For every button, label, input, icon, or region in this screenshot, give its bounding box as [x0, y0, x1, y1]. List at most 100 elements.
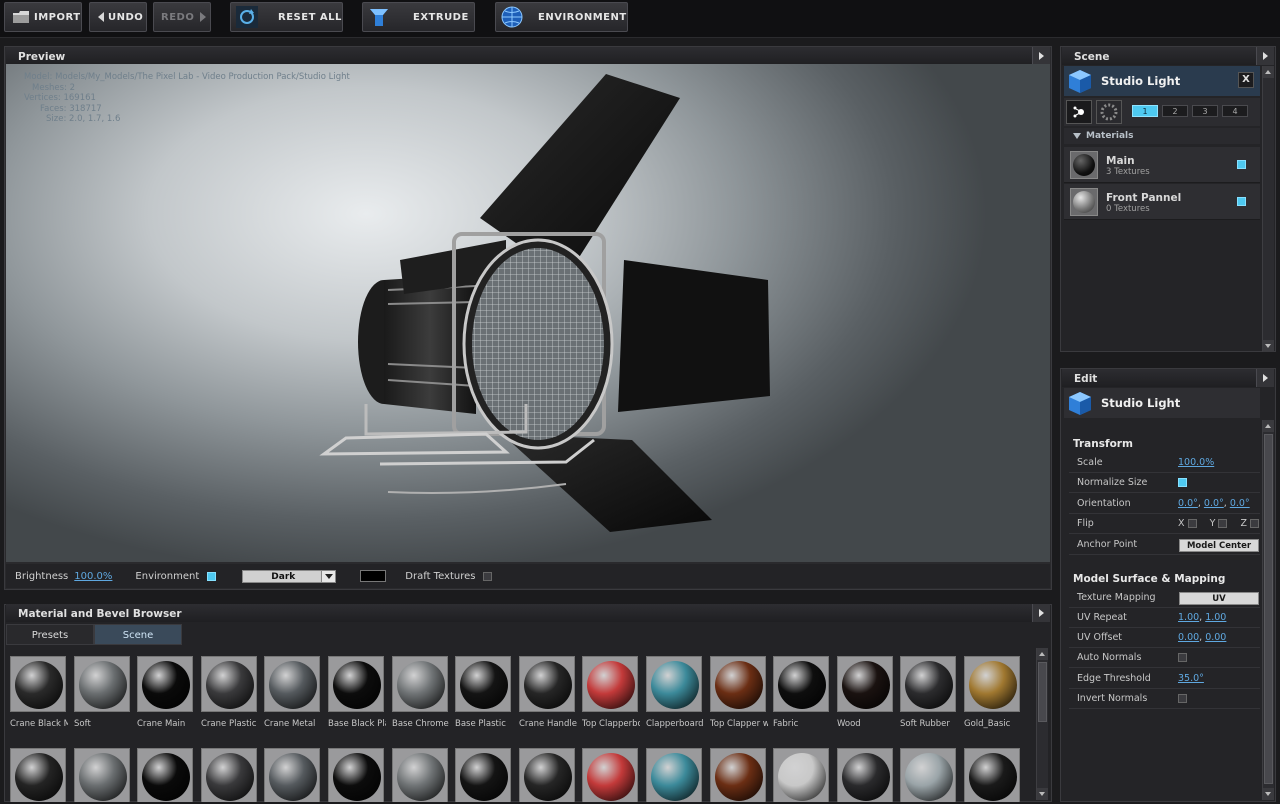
- scroll-thumb[interactable]: [1038, 662, 1047, 722]
- anchor-point-select[interactable]: Model Center: [1179, 539, 1259, 552]
- material-preset[interactable]: [900, 748, 962, 802]
- material-preset[interactable]: Soft: [74, 656, 136, 729]
- undo-button[interactable]: UNDO: [89, 2, 147, 32]
- scene-scrollbar[interactable]: [1262, 66, 1274, 352]
- scroll-down-icon[interactable]: [1037, 788, 1048, 800]
- draft-textures-checkbox[interactable]: [483, 571, 493, 581]
- material-preset[interactable]: Crane Plastic: [201, 656, 263, 729]
- flip-y-checkbox[interactable]: [1218, 519, 1228, 528]
- uv-offset-u-value[interactable]: 0.00: [1178, 632, 1199, 643]
- flip-label: Flip: [1077, 518, 1094, 529]
- material-preset[interactable]: Base Chrome: [392, 656, 454, 729]
- expand-arrow-icon[interactable]: [1032, 47, 1050, 65]
- scroll-thumb[interactable]: [1264, 434, 1273, 784]
- auto-normals-checkbox[interactable]: [1178, 653, 1187, 662]
- studio-light-model[interactable]: [6, 64, 1050, 562]
- scroll-down-icon[interactable]: [1263, 340, 1274, 352]
- material-grid: Crane Black M Soft Crane Main Crane Plastic…: [10, 656, 1034, 802]
- flip-z-checkbox[interactable]: [1250, 519, 1259, 528]
- material-visible-checkbox[interactable]: [1237, 197, 1246, 206]
- materials-section-toggle[interactable]: Materials: [1064, 128, 1260, 144]
- tab-presets[interactable]: Presets: [6, 624, 94, 645]
- material-preset[interactable]: Base Black Pla: [328, 656, 390, 729]
- material-item-main[interactable]: Main 3 Textures: [1064, 147, 1260, 183]
- material-preset[interactable]: [74, 748, 136, 802]
- tab-scene[interactable]: Scene: [94, 624, 182, 645]
- layer-1-button[interactable]: 1: [1132, 105, 1158, 117]
- material-preset[interactable]: Crane Main: [137, 656, 199, 729]
- invert-normals-checkbox[interactable]: [1178, 694, 1187, 703]
- material-preset[interactable]: [264, 748, 326, 802]
- edge-threshold-value[interactable]: 35.0°: [1178, 669, 1204, 689]
- 3d-viewport[interactable]: Model: Models/My_Models/The Pixel Lab - …: [6, 64, 1050, 562]
- material-sphere-icon: [460, 753, 508, 801]
- texture-mapping-select[interactable]: UV: [1179, 592, 1259, 605]
- orientation-z-value[interactable]: 0.0°: [1230, 498, 1250, 509]
- import-button[interactable]: IMPORT: [4, 2, 82, 32]
- environment-select[interactable]: Dark: [242, 569, 337, 583]
- uv-offset-v-value[interactable]: 0.00: [1205, 632, 1226, 643]
- layer-2-button[interactable]: 2: [1162, 105, 1188, 117]
- expand-arrow-icon[interactable]: [1256, 47, 1274, 65]
- material-preset[interactable]: Clapperboard: [646, 656, 708, 729]
- material-preset[interactable]: [582, 748, 644, 802]
- uv-repeat-u-value[interactable]: 1.00: [1178, 612, 1199, 623]
- material-preset[interactable]: Crane Black M: [10, 656, 72, 729]
- material-preset[interactable]: [710, 748, 772, 802]
- orientation-y-value[interactable]: 0.0°: [1204, 498, 1224, 509]
- normalize-size-checkbox[interactable]: [1178, 478, 1187, 487]
- layer-4-button[interactable]: 4: [1222, 105, 1248, 117]
- flip-x-checkbox[interactable]: [1187, 519, 1197, 528]
- scroll-up-icon[interactable]: [1263, 66, 1274, 78]
- material-preset[interactable]: [392, 748, 454, 802]
- edit-scrollbar[interactable]: [1262, 420, 1274, 800]
- scroll-up-icon[interactable]: [1037, 648, 1048, 660]
- material-preset[interactable]: Wood: [837, 656, 899, 729]
- material-preset[interactable]: [519, 748, 581, 802]
- scale-value[interactable]: 100.0%: [1178, 453, 1214, 473]
- redo-button[interactable]: REDO: [153, 2, 211, 32]
- material-preset[interactable]: Fabric: [773, 656, 835, 729]
- material-sphere-icon: [15, 753, 63, 801]
- environment-button[interactable]: ENVIRONMENT: [495, 2, 628, 32]
- uv-repeat-v-value[interactable]: 1.00: [1205, 612, 1226, 623]
- scene-header: Scene: [1062, 47, 1274, 65]
- material-preset[interactable]: [10, 748, 72, 802]
- scroll-up-icon[interactable]: [1263, 420, 1274, 432]
- brightness-value[interactable]: 100.0%: [74, 571, 112, 582]
- material-grid-scrollbar[interactable]: [1036, 648, 1048, 800]
- material-preset[interactable]: Crane Metal: [264, 656, 326, 729]
- reset-all-button[interactable]: RESET ALL: [230, 2, 343, 32]
- material-item-front-pannel[interactable]: Front Pannel 0 Textures: [1064, 184, 1260, 220]
- material-name: Front Pannel: [1106, 192, 1182, 204]
- layer-3-button[interactable]: 3: [1192, 105, 1218, 117]
- material-preset[interactable]: [964, 748, 1026, 802]
- material-preset[interactable]: Gold_Basic: [964, 656, 1026, 729]
- expand-arrow-icon[interactable]: [1032, 604, 1050, 622]
- extrude-button[interactable]: EXTRUDE: [362, 2, 475, 32]
- material-preset[interactable]: [137, 748, 199, 802]
- material-preset[interactable]: Top Clapperbo: [582, 656, 644, 729]
- material-preset[interactable]: [328, 748, 390, 802]
- lights-view-button[interactable]: [1096, 100, 1122, 124]
- environment-checkbox[interactable]: [207, 571, 217, 581]
- material-preset[interactable]: [455, 748, 517, 802]
- hierarchy-view-button[interactable]: [1066, 100, 1092, 124]
- scroll-down-icon[interactable]: [1263, 788, 1274, 800]
- material-preset[interactable]: Soft Rubber: [900, 656, 962, 729]
- color-swatch[interactable]: [360, 570, 387, 582]
- material-preset[interactable]: Top Clapper w: [710, 656, 772, 729]
- material-preset[interactable]: Crane Handle: [519, 656, 581, 729]
- scene-object-row[interactable]: Studio Light: [1064, 66, 1260, 96]
- material-thumbnail: [900, 748, 956, 802]
- material-preset[interactable]: [201, 748, 263, 802]
- material-visible-checkbox[interactable]: [1237, 160, 1246, 169]
- material-preset[interactable]: [773, 748, 835, 802]
- material-preset[interactable]: [646, 748, 708, 802]
- orientation-x-value[interactable]: 0.0°: [1178, 498, 1198, 509]
- material-preset[interactable]: [837, 748, 899, 802]
- close-button[interactable]: X: [1238, 72, 1254, 88]
- material-sphere-icon: [969, 753, 1017, 801]
- material-preset[interactable]: Base Plastic: [455, 656, 517, 729]
- expand-arrow-icon[interactable]: [1256, 369, 1274, 387]
